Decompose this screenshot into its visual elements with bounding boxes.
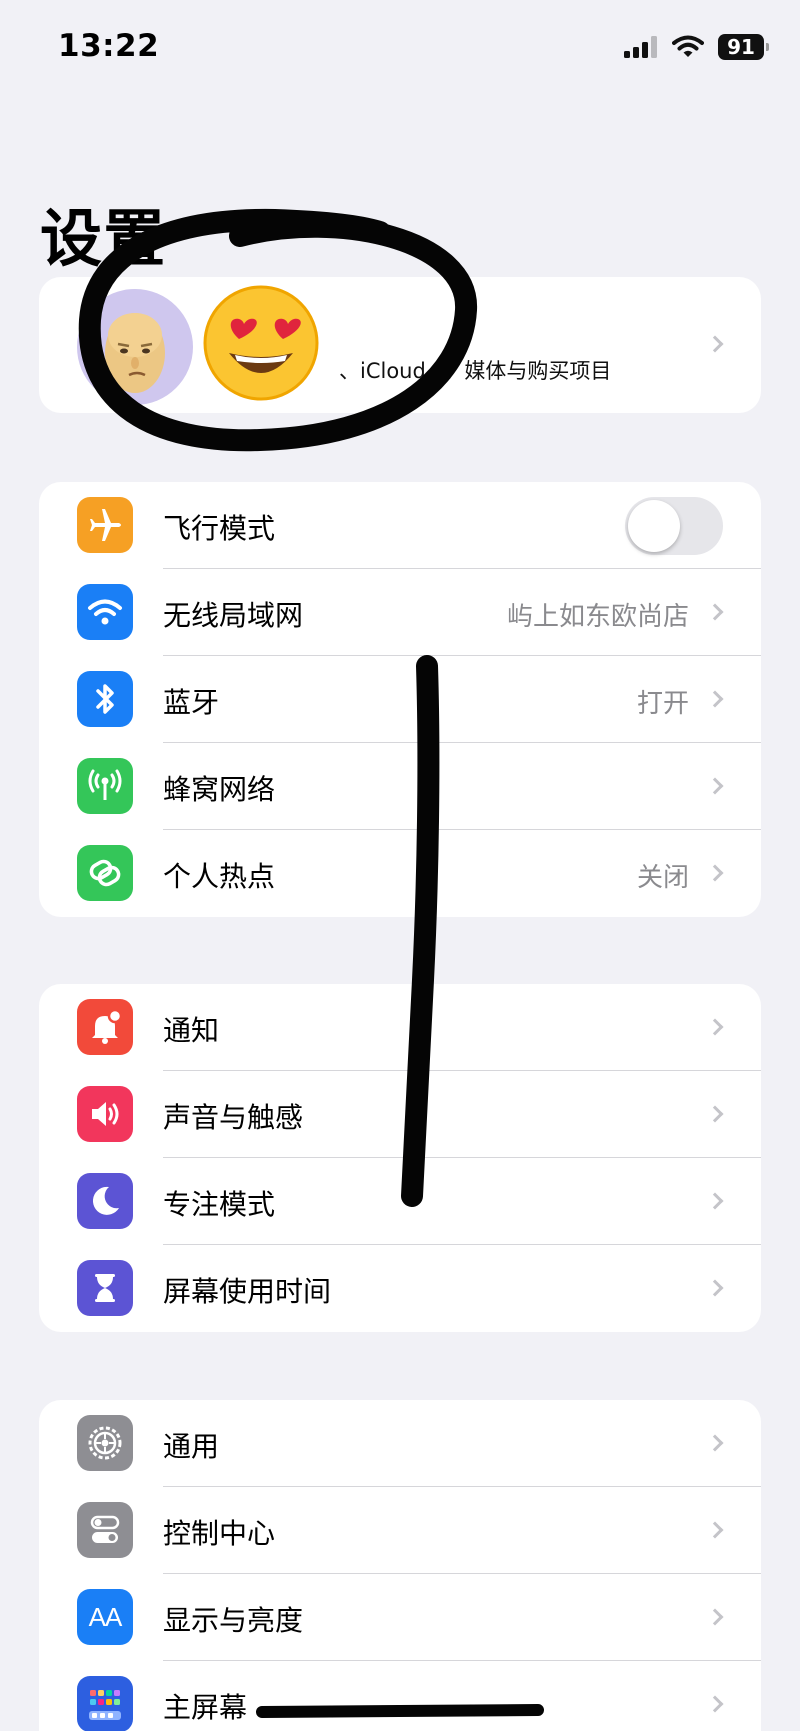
settings-row-display-brightness[interactable]: AA 显示与亮度 — [39, 1574, 761, 1661]
wifi-icon — [77, 584, 133, 640]
notification-bell-icon — [77, 999, 133, 1055]
cellular-antenna-icon — [77, 758, 133, 814]
row-value: 屿上如东欧尚店 — [506, 602, 689, 632]
row-label: 通知 — [163, 1014, 220, 1047]
status-icons: 91 — [624, 34, 769, 60]
settings-row-wifi[interactable]: 无线局域网 屿上如东欧尚店 — [39, 569, 761, 656]
settings-row-personal-hotspot[interactable]: 个人热点 关闭 — [39, 830, 761, 917]
row-label: 飞行模式 — [163, 512, 276, 545]
row-value: 关闭 — [636, 863, 689, 893]
airplane-mode-toggle[interactable] — [625, 497, 723, 555]
chevron-right-icon — [706, 777, 724, 795]
row-label: 主屏幕 — [163, 1691, 248, 1724]
battery-indicator: 91 — [718, 34, 769, 60]
moon-icon — [77, 1173, 133, 1229]
hourglass-icon — [77, 1260, 133, 1316]
settings-row-cellular[interactable]: 蜂窝网络 — [39, 743, 761, 830]
row-label: 声音与触感 — [163, 1101, 304, 1134]
row-label: 蜂窝网络 — [163, 773, 276, 806]
text-size-icon: AA — [77, 1589, 133, 1645]
home-grid-icon — [77, 1676, 133, 1731]
gear-icon — [77, 1415, 133, 1471]
settings-row-focus[interactable]: 专注模式 — [39, 1158, 761, 1245]
general-group: 通用 控制中心 AA 显示与亮度 主屏幕 — [39, 1400, 761, 1731]
chevron-right-icon — [706, 603, 724, 621]
wifi-status-icon — [672, 35, 704, 57]
notifications-group: 通知 声音与触感 专注模式 屏幕使用时间 — [39, 984, 761, 1332]
hotspot-link-icon — [77, 845, 133, 901]
bluetooth-icon — [77, 671, 133, 727]
signal-icon — [624, 36, 657, 58]
row-label: 蓝牙 — [163, 686, 220, 719]
text-size-glyph: AA — [88, 1601, 123, 1632]
row-label: 屏幕使用时间 — [163, 1275, 332, 1308]
row-label: 个人热点 — [163, 860, 276, 893]
settings-row-screen-time[interactable]: 屏幕使用时间 — [39, 1245, 761, 1332]
connectivity-group: 飞行模式 无线局域网 屿上如东欧尚店 蓝牙 打开 蜂窝网络 个人热点 关闭 — [39, 482, 761, 917]
status-time: 13:22 — [58, 28, 160, 64]
row-label: 专注模式 — [163, 1188, 276, 1221]
status-bar: 13:22 91 — [0, 0, 800, 100]
settings-row-airplane-mode[interactable]: 飞行模式 — [39, 482, 761, 569]
settings-row-sounds-haptics[interactable]: 声音与触感 — [39, 1071, 761, 1158]
heart-eyes-emoji-icon — [203, 285, 319, 401]
settings-row-bluetooth[interactable]: 蓝牙 打开 — [39, 656, 761, 743]
chevron-right-icon — [706, 335, 724, 353]
chevron-right-icon — [706, 1018, 724, 1036]
row-label: 无线局域网 — [163, 599, 304, 632]
chevron-right-icon — [706, 1434, 724, 1452]
speaker-icon — [77, 1086, 133, 1142]
chevron-right-icon — [706, 690, 724, 708]
settings-row-notifications[interactable]: 通知 — [39, 984, 761, 1071]
chevron-right-icon — [706, 1521, 724, 1539]
settings-row-home-screen[interactable]: 主屏幕 — [39, 1661, 761, 1731]
settings-row-general[interactable]: 通用 — [39, 1400, 761, 1487]
airplane-icon — [77, 497, 133, 553]
row-label: 控制中心 — [163, 1517, 276, 1550]
chevron-right-icon — [706, 1105, 724, 1123]
apple-id-profile-card[interactable]: 、iCloud+、媒体与购买项目 — [39, 277, 761, 413]
page-title: 设置 — [40, 202, 167, 275]
chevron-right-icon — [706, 1192, 724, 1210]
chevron-right-icon — [706, 1279, 724, 1297]
row-value: 打开 — [636, 689, 689, 719]
toggles-icon — [77, 1502, 133, 1558]
row-label: 通用 — [163, 1430, 220, 1463]
chevron-right-icon — [706, 1695, 724, 1713]
row-label: 显示与亮度 — [163, 1604, 304, 1637]
profile-subtitle: 、iCloud+、媒体与购买项目 — [339, 359, 612, 383]
chevron-right-icon — [706, 864, 724, 882]
settings-row-control-center[interactable]: 控制中心 — [39, 1487, 761, 1574]
chevron-right-icon — [706, 1608, 724, 1626]
avatar — [77, 289, 193, 405]
memoji-face-icon — [105, 313, 165, 393]
toggle-knob — [628, 500, 680, 552]
